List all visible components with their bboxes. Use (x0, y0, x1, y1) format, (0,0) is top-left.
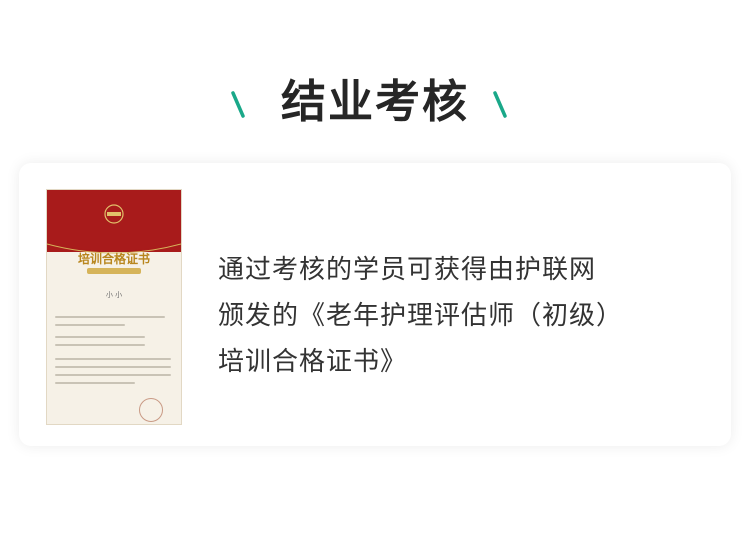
certificate-text-line (55, 316, 165, 318)
description-line: 培训合格证书》 (218, 347, 408, 377)
certificate-text-line (55, 324, 125, 326)
certificate-text-line (55, 366, 171, 368)
section-header: 结业考核 (0, 70, 750, 134)
certificate-image: 培训合格证书 小 小 (46, 189, 182, 425)
description-line: 颁发的《老年护理评估师（初级） (218, 301, 624, 331)
certificate-title: 培训合格证书 (77, 252, 150, 266)
certificate-seal-icon (139, 398, 163, 422)
laurel-emblem-icon (104, 204, 124, 224)
certificate-text-line (55, 344, 145, 346)
section-title: 结业考核 (280, 75, 469, 128)
certificate-text-line (55, 374, 171, 376)
certificate-text-line (55, 336, 145, 338)
certificate-text-line (55, 358, 171, 360)
assessment-card: 培训合格证书 小 小 通过考核的学员可获得由护联网 颁发的《老年护理评估师（初级… (19, 163, 731, 446)
assessment-description: 通过考核的学员可获得由护联网 颁发的《老年护理评估师（初级） 培训合格证书》 (218, 247, 718, 385)
decorative-slash-icon (493, 91, 507, 118)
certificate-text-line (55, 382, 135, 384)
certificate-holder-name: 小 小 (105, 291, 123, 299)
description-line: 通过考核的学员可获得由护联网 (218, 255, 597, 285)
certificate-ribbon (87, 268, 141, 274)
